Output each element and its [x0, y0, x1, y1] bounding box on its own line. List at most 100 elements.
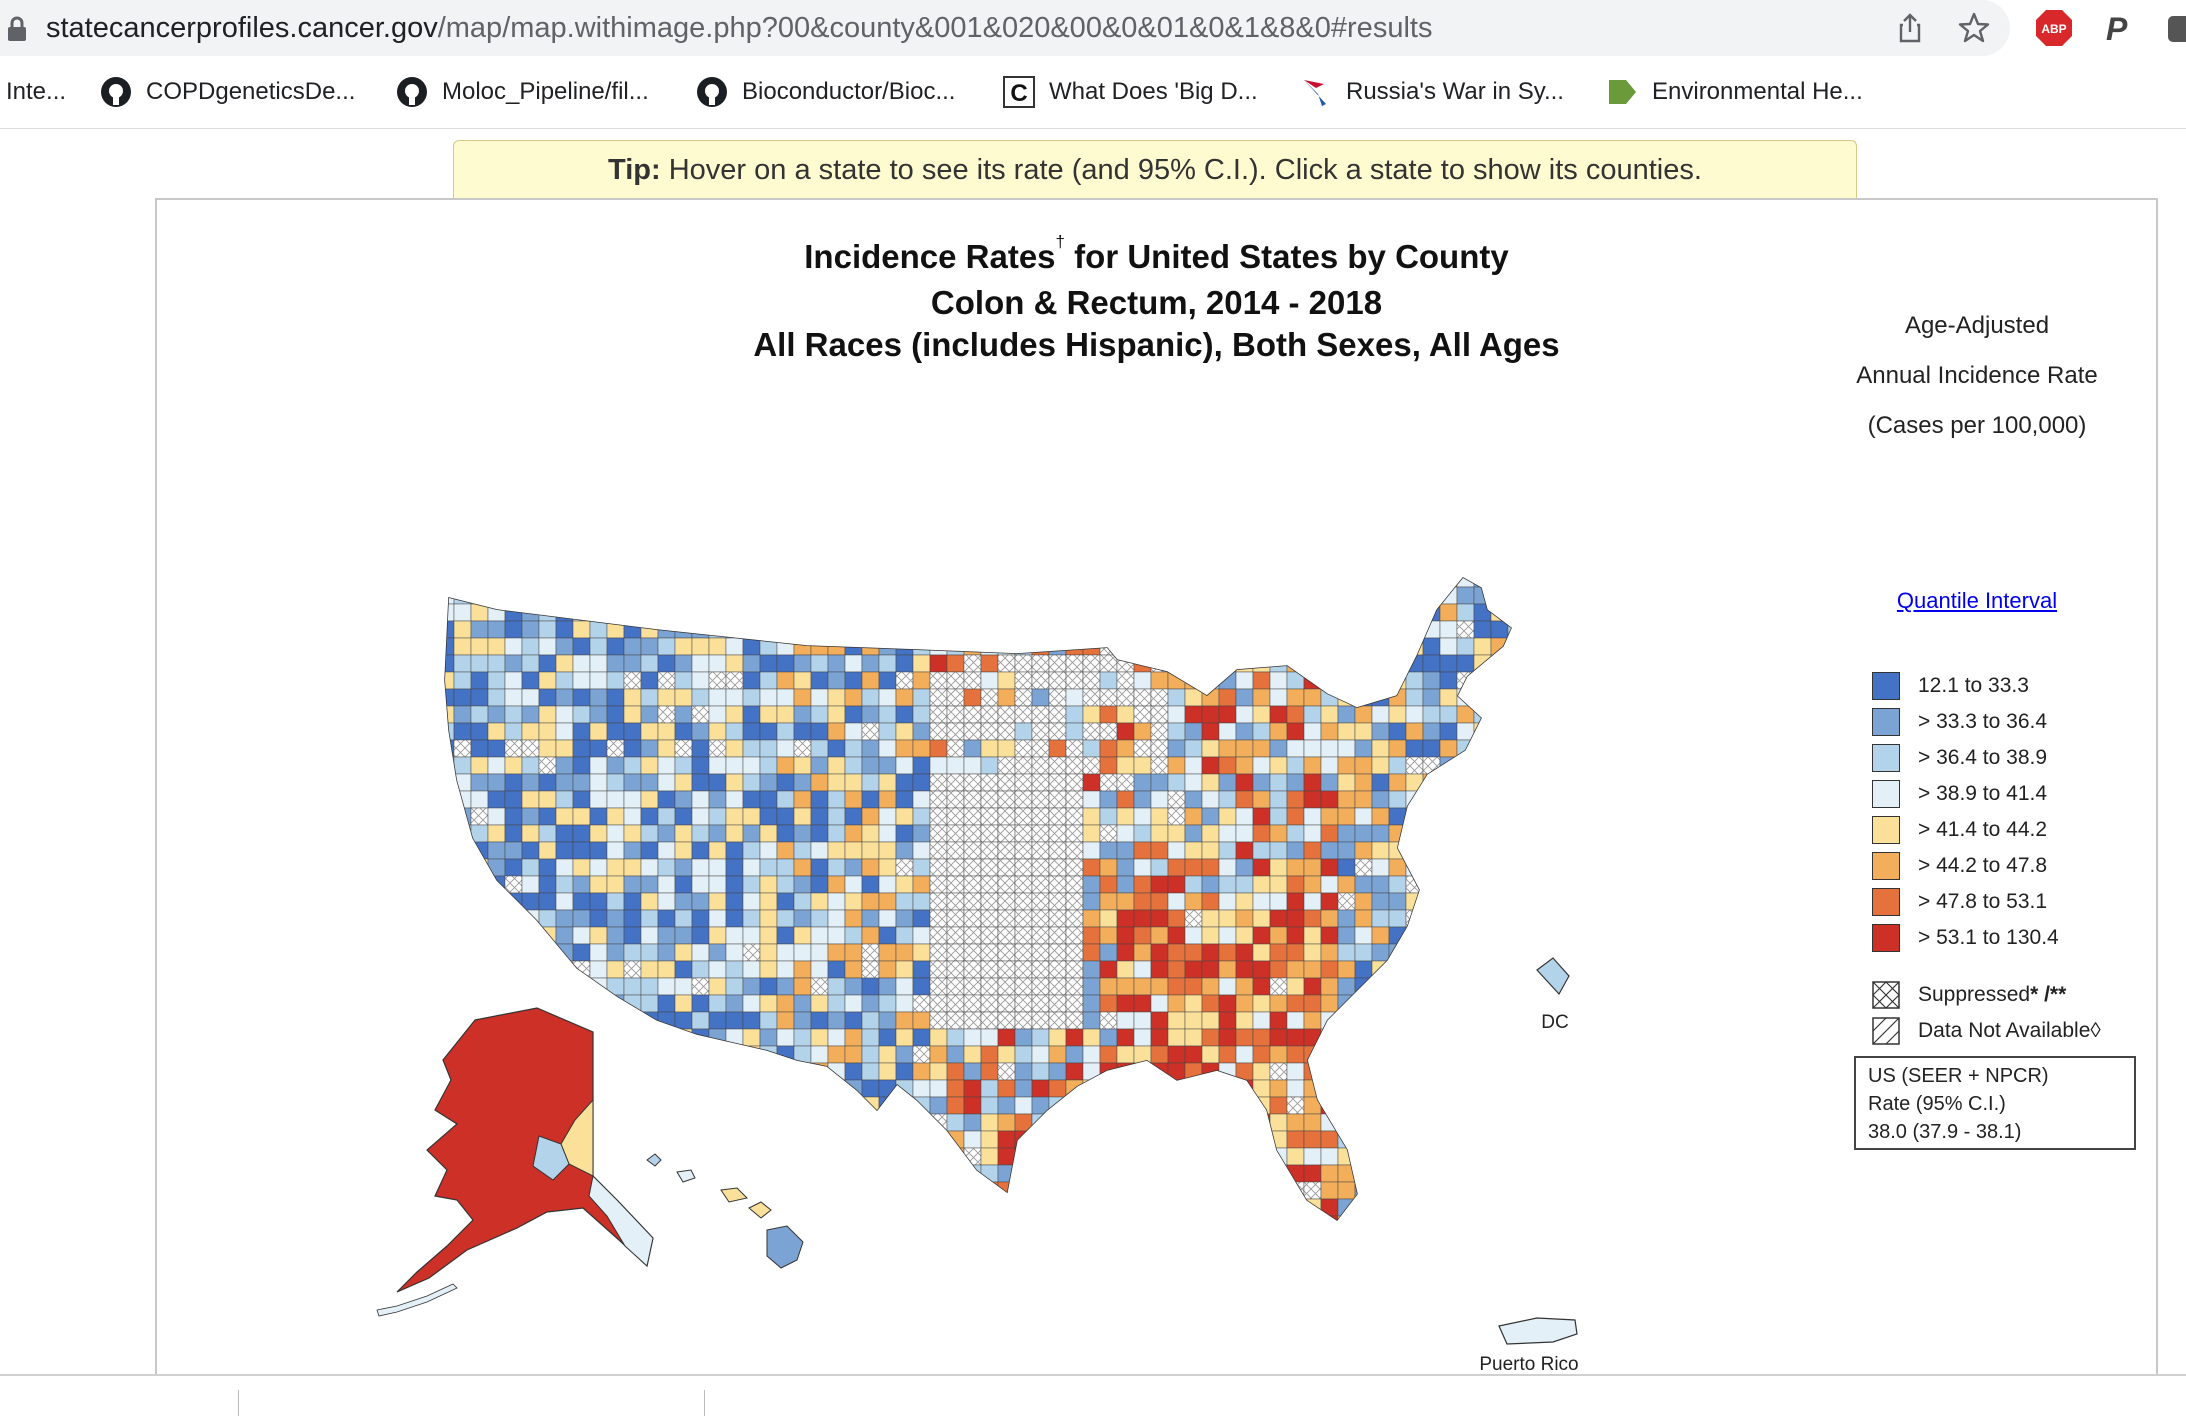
county-cell[interactable]: [1422, 722, 1441, 741]
county-cell[interactable]: [1065, 1045, 1084, 1064]
county-cell[interactable]: [1490, 841, 1509, 860]
county-cell[interactable]: [810, 1215, 829, 1233]
county-cell[interactable]: [504, 994, 523, 1013]
county-cell[interactable]: [1218, 824, 1237, 843]
county-cell[interactable]: [1082, 671, 1101, 690]
county-cell[interactable]: [437, 603, 455, 622]
county-cell[interactable]: [1286, 688, 1305, 707]
county-cell[interactable]: [1201, 756, 1220, 775]
county-cell[interactable]: [1354, 586, 1373, 605]
county-cell[interactable]: [895, 603, 914, 622]
legend-bin-1[interactable]: 12.1 to 33.3: [1872, 671, 2029, 701]
county-cell[interactable]: [640, 926, 659, 945]
county-cell[interactable]: [1201, 722, 1220, 741]
county-cell[interactable]: [1031, 586, 1050, 605]
county-cell[interactable]: [1439, 1096, 1458, 1115]
county-cell[interactable]: [1320, 637, 1339, 656]
county-cell[interactable]: [929, 790, 948, 809]
county-cell[interactable]: [742, 671, 761, 690]
county-cell[interactable]: [1354, 637, 1373, 656]
county-cell[interactable]: [1473, 875, 1492, 894]
county-cell[interactable]: [1014, 1181, 1033, 1200]
county-cell[interactable]: [980, 1079, 999, 1098]
county-cell[interactable]: [691, 739, 710, 758]
county-cell[interactable]: [1405, 909, 1424, 928]
county-cell[interactable]: [895, 1045, 914, 1064]
county-cell[interactable]: [879, 1233, 896, 1250]
county-cell[interactable]: [1082, 1011, 1101, 1030]
county-cell[interactable]: [1099, 790, 1118, 809]
county-cell[interactable]: [1184, 756, 1203, 775]
county-cell[interactable]: [725, 586, 744, 605]
county-cell[interactable]: [1354, 1130, 1373, 1149]
county-cell[interactable]: [742, 926, 761, 945]
county-cell[interactable]: [1116, 994, 1135, 1013]
county-cell[interactable]: [1031, 841, 1050, 860]
county-cell[interactable]: [1082, 790, 1101, 809]
county-cell[interactable]: [1065, 1198, 1084, 1217]
county-cell[interactable]: [1320, 620, 1339, 639]
county-cell[interactable]: [1456, 1164, 1475, 1183]
county-cell[interactable]: [759, 756, 778, 775]
county-cell[interactable]: [1099, 858, 1118, 877]
county-cell[interactable]: [997, 1147, 1016, 1166]
county-cell[interactable]: [1354, 943, 1373, 962]
county-cell[interactable]: [1235, 739, 1254, 758]
county-cell[interactable]: [1371, 773, 1390, 792]
county-cell[interactable]: [1133, 926, 1152, 945]
county-cell[interactable]: [640, 1130, 659, 1149]
county-cell[interactable]: [1456, 790, 1475, 809]
county-cell[interactable]: [1235, 960, 1254, 979]
county-cell[interactable]: [1303, 637, 1322, 656]
county-cell[interactable]: [844, 1028, 863, 1047]
county-cell[interactable]: [1014, 790, 1033, 809]
county-cell[interactable]: [1320, 722, 1339, 741]
county-cell[interactable]: [1439, 858, 1458, 877]
county-cell[interactable]: [1473, 671, 1492, 690]
county-cell[interactable]: [946, 739, 965, 758]
county-cell[interactable]: [1031, 858, 1050, 877]
county-cell[interactable]: [1116, 909, 1135, 928]
county-cell[interactable]: [555, 688, 574, 707]
county-cell[interactable]: [1116, 1045, 1135, 1064]
county-cell[interactable]: [657, 1011, 676, 1030]
county-cell[interactable]: [657, 790, 676, 809]
county-cell[interactable]: [437, 977, 455, 996]
county-cell[interactable]: [1065, 570, 1084, 588]
county-cell[interactable]: [827, 824, 846, 843]
county-cell[interactable]: [1269, 807, 1288, 826]
county-cell[interactable]: [1388, 1181, 1407, 1200]
county-cell[interactable]: [538, 909, 557, 928]
county-cell[interactable]: [1014, 1028, 1033, 1047]
county-cell[interactable]: [895, 892, 914, 911]
county-cell[interactable]: [1473, 1011, 1492, 1030]
county-cell[interactable]: [708, 943, 727, 962]
county-cell[interactable]: [1048, 807, 1067, 826]
county-cell[interactable]: [980, 892, 999, 911]
county-cell[interactable]: [1371, 688, 1390, 707]
county-cell[interactable]: [572, 943, 591, 962]
county-cell[interactable]: [437, 943, 455, 962]
county-cell[interactable]: [1490, 1028, 1509, 1047]
county-cell[interactable]: [1507, 892, 1525, 911]
county-cell[interactable]: [1235, 1164, 1254, 1183]
county-cell[interactable]: [1099, 1130, 1118, 1149]
county-cell[interactable]: [793, 586, 812, 605]
county-cell[interactable]: [1048, 994, 1067, 1013]
county-cell[interactable]: [1082, 977, 1101, 996]
county-cell[interactable]: [759, 841, 778, 860]
county-cell[interactable]: [437, 909, 455, 928]
county-cell[interactable]: [1405, 1130, 1424, 1149]
county-cell[interactable]: [912, 1147, 931, 1166]
county-cell[interactable]: [1031, 875, 1050, 894]
county-cell[interactable]: [1337, 790, 1356, 809]
county-cell[interactable]: [606, 977, 625, 996]
county-cell[interactable]: [1167, 739, 1186, 758]
county-cell[interactable]: [589, 1011, 608, 1030]
county-cell[interactable]: [1473, 1079, 1492, 1098]
county-cell[interactable]: [555, 926, 574, 945]
county-cell[interactable]: [1490, 926, 1509, 945]
county-cell[interactable]: [997, 603, 1016, 622]
county-cell[interactable]: [1184, 960, 1203, 979]
county-cell[interactable]: [1065, 943, 1084, 962]
